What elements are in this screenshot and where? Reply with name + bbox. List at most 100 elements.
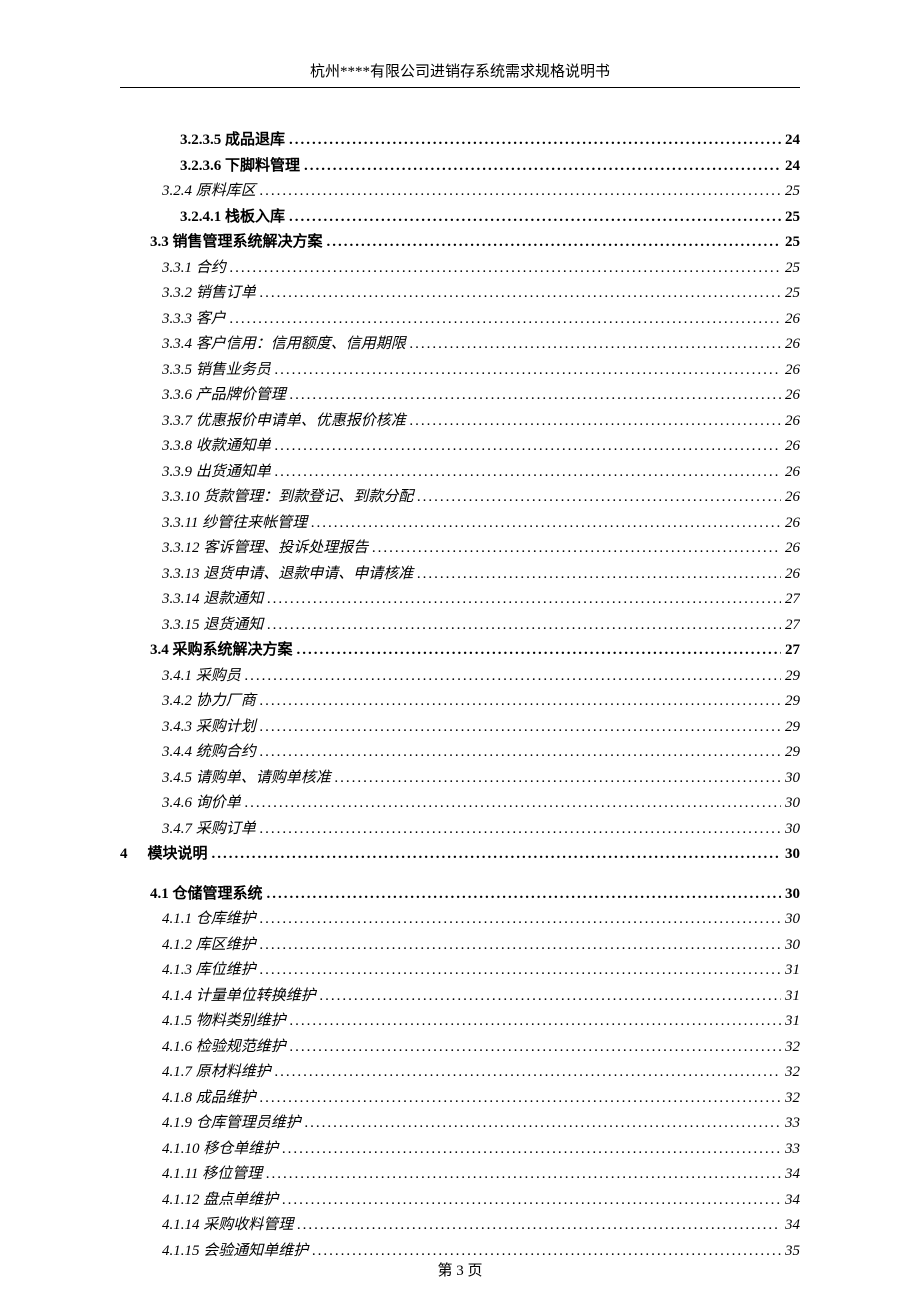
toc-entry[interactable]: 4.1.5 物料类别维护 31 xyxy=(120,1009,800,1035)
document-page: 杭州****有限公司进销存系统需求规格说明书 3.2.3.5 成品退库 243.… xyxy=(0,0,920,1314)
toc-entry[interactable]: 3.2.3.5 成品退库 24 xyxy=(120,128,800,154)
toc-entry[interactable]: 4.1 仓储管理系统 30 xyxy=(120,882,800,908)
toc-leader-dots xyxy=(372,536,781,562)
toc-entry[interactable]: 3.3.15 退货通知 27 xyxy=(120,613,800,639)
toc-entry[interactable]: 3.3.8 收款通知单 26 xyxy=(120,434,800,460)
toc-entry[interactable]: 3.3.10 货款管理：到款登记、到款分配 26 xyxy=(120,485,800,511)
toc-entry[interactable]: 4.1.4 计量单位转换维护 31 xyxy=(120,984,800,1010)
toc-leader-dots xyxy=(289,205,781,231)
toc-leader-dots xyxy=(297,1213,781,1239)
toc-entry-page: 34 xyxy=(781,1162,800,1188)
toc-entry[interactable]: 4.1.10 移仓单维护 33 xyxy=(120,1137,800,1163)
toc-entry-label: 4.1 仓储管理系统 xyxy=(150,882,267,908)
toc-leader-dots xyxy=(282,1137,781,1163)
toc-leader-dots xyxy=(260,740,781,766)
toc-entry[interactable]: 3.3.1 合约 25 xyxy=(120,256,800,282)
toc-leader-dots xyxy=(212,842,781,868)
toc-entry-page: 32 xyxy=(781,1035,800,1061)
toc-entry-page: 32 xyxy=(781,1086,800,1112)
toc-entry[interactable]: 3.4.7 采购订单 30 xyxy=(120,817,800,843)
toc-entry[interactable]: 3.3.2 销售订单 25 xyxy=(120,281,800,307)
toc-entry[interactable]: 4.1.1 仓库维护 30 xyxy=(120,907,800,933)
toc-entry-label: 4.1.10 移仓单维护 xyxy=(162,1137,282,1163)
toc-entry-label: 3.3.1 合约 xyxy=(162,256,230,282)
toc-leader-dots xyxy=(275,1060,781,1086)
toc-entry-label: 3.3.9 出货通知单 xyxy=(162,460,275,486)
toc-entry[interactable]: 4模块说明 30 xyxy=(120,842,800,868)
toc-spacer xyxy=(120,868,800,882)
toc-entry[interactable]: 4.1.7 原材料维护 32 xyxy=(120,1060,800,1086)
toc-entry[interactable]: 3.3.6 产品牌价管理 26 xyxy=(120,383,800,409)
toc-leader-dots xyxy=(275,460,781,486)
toc-entry[interactable]: 3.2.3.6 下脚料管理 24 xyxy=(120,154,800,180)
toc-leader-dots xyxy=(230,256,781,282)
toc-leader-dots xyxy=(304,154,781,180)
toc-entry[interactable]: 3.3.5 销售业务员 26 xyxy=(120,358,800,384)
toc-entry[interactable]: 3.4.5 请购单、请购单核准 30 xyxy=(120,766,800,792)
toc-entry[interactable]: 3.3.13 退货申请、退款申请、申请核准 26 xyxy=(120,562,800,588)
toc-entry-label: 3.4 采购系统解决方案 xyxy=(150,638,297,664)
toc-leader-dots xyxy=(290,383,781,409)
toc-entry-label: 3.2.3.6 下脚料管理 xyxy=(180,154,304,180)
toc-entry[interactable]: 4.1.2 库区维护 30 xyxy=(120,933,800,959)
toc-entry-label: 3.3.8 收款通知单 xyxy=(162,434,275,460)
toc-entry[interactable]: 4.1.8 成品维护 32 xyxy=(120,1086,800,1112)
toc-entry[interactable]: 3.3.11 纱管往来帐管理 26 xyxy=(120,511,800,537)
toc-leader-dots xyxy=(289,128,781,154)
toc-entry-label: 3.3.15 退货通知 xyxy=(162,613,267,639)
toc-entry-page: 26 xyxy=(781,383,800,409)
toc-entry[interactable]: 4.1.9 仓库管理员维护 33 xyxy=(120,1111,800,1137)
toc-entry[interactable]: 3.4.6 询价单 30 xyxy=(120,791,800,817)
toc-leader-dots xyxy=(275,358,781,384)
toc-entry-page: 26 xyxy=(781,332,800,358)
toc-entry-page: 26 xyxy=(781,409,800,435)
toc-entry-label: 3.4.3 采购计划 xyxy=(162,715,260,741)
toc-entry-label: 4.1.12 盘点单维护 xyxy=(162,1188,282,1214)
toc-leader-dots xyxy=(260,817,781,843)
toc-entry-label: 3.3.7 优惠报价申请单、优惠报价核准 xyxy=(162,409,410,435)
toc-entry[interactable]: 4.1.11 移位管理 34 xyxy=(120,1162,800,1188)
toc-entry[interactable]: 3.3 销售管理系统解决方案 25 xyxy=(120,230,800,256)
toc-entry-label: 3.3.2 销售订单 xyxy=(162,281,260,307)
toc-entry[interactable]: 3.2.4 原料库区 25 xyxy=(120,179,800,205)
toc-entry-page: 26 xyxy=(781,485,800,511)
toc-leader-dots xyxy=(417,485,781,511)
toc-entry[interactable]: 3.4.4 统购合约 29 xyxy=(120,740,800,766)
toc-entry[interactable]: 4.1.14 采购收料管理 34 xyxy=(120,1213,800,1239)
toc-entry[interactable]: 3.3.3 客户 26 xyxy=(120,307,800,333)
toc-leader-dots xyxy=(267,613,781,639)
toc-leader-dots xyxy=(260,907,781,933)
toc-entry[interactable]: 4.1.12 盘点单维护 34 xyxy=(120,1188,800,1214)
toc-leader-dots xyxy=(267,587,781,613)
toc-entry-page: 26 xyxy=(781,460,800,486)
toc-entry-label: 3.4.2 协力厂商 xyxy=(162,689,260,715)
page-footer: 第 3 页 xyxy=(0,1259,920,1280)
toc-entry[interactable]: 3.3.14 退款通知 27 xyxy=(120,587,800,613)
toc-entry-page: 26 xyxy=(781,562,800,588)
toc-entry[interactable]: 4.1.6 检验规范维护 32 xyxy=(120,1035,800,1061)
toc-entry[interactable]: 3.3.7 优惠报价申请单、优惠报价核准 26 xyxy=(120,409,800,435)
toc-entry-label: 3.4.1 采购员 xyxy=(162,664,245,690)
toc-entry-page: 29 xyxy=(781,715,800,741)
page-header: 杭州****有限公司进销存系统需求规格说明书 xyxy=(120,60,800,88)
toc-entry-page: 31 xyxy=(781,958,800,984)
toc-entry[interactable]: 4.1.3 库位维护 31 xyxy=(120,958,800,984)
toc-entry[interactable]: 3.2.4.1 栈板入库 25 xyxy=(120,205,800,231)
toc-leader-dots xyxy=(410,332,781,358)
toc-entry[interactable]: 3.4.1 采购员 29 xyxy=(120,664,800,690)
toc-entry[interactable]: 3.4.3 采购计划 29 xyxy=(120,715,800,741)
toc-entry-page: 25 xyxy=(781,281,800,307)
toc-entry[interactable]: 3.3.4 客户信用：信用额度、信用期限 26 xyxy=(120,332,800,358)
toc-leader-dots xyxy=(266,1162,781,1188)
toc-entry-label: 4.1.3 库位维护 xyxy=(162,958,260,984)
toc-entry[interactable]: 3.3.12 客诉管理、投诉处理报告 26 xyxy=(120,536,800,562)
toc-entry[interactable]: 3.4 采购系统解决方案 27 xyxy=(120,638,800,664)
toc-entry-page: 33 xyxy=(781,1137,800,1163)
toc-entry-page: 24 xyxy=(781,128,800,154)
toc-entry[interactable]: 3.3.9 出货通知单 26 xyxy=(120,460,800,486)
toc-leader-dots xyxy=(417,562,781,588)
toc-entry[interactable]: 3.4.2 协力厂商 29 xyxy=(120,689,800,715)
toc-leader-dots xyxy=(260,689,781,715)
toc-entry-page: 27 xyxy=(781,638,800,664)
toc-entry-label: 4.1.8 成品维护 xyxy=(162,1086,260,1112)
